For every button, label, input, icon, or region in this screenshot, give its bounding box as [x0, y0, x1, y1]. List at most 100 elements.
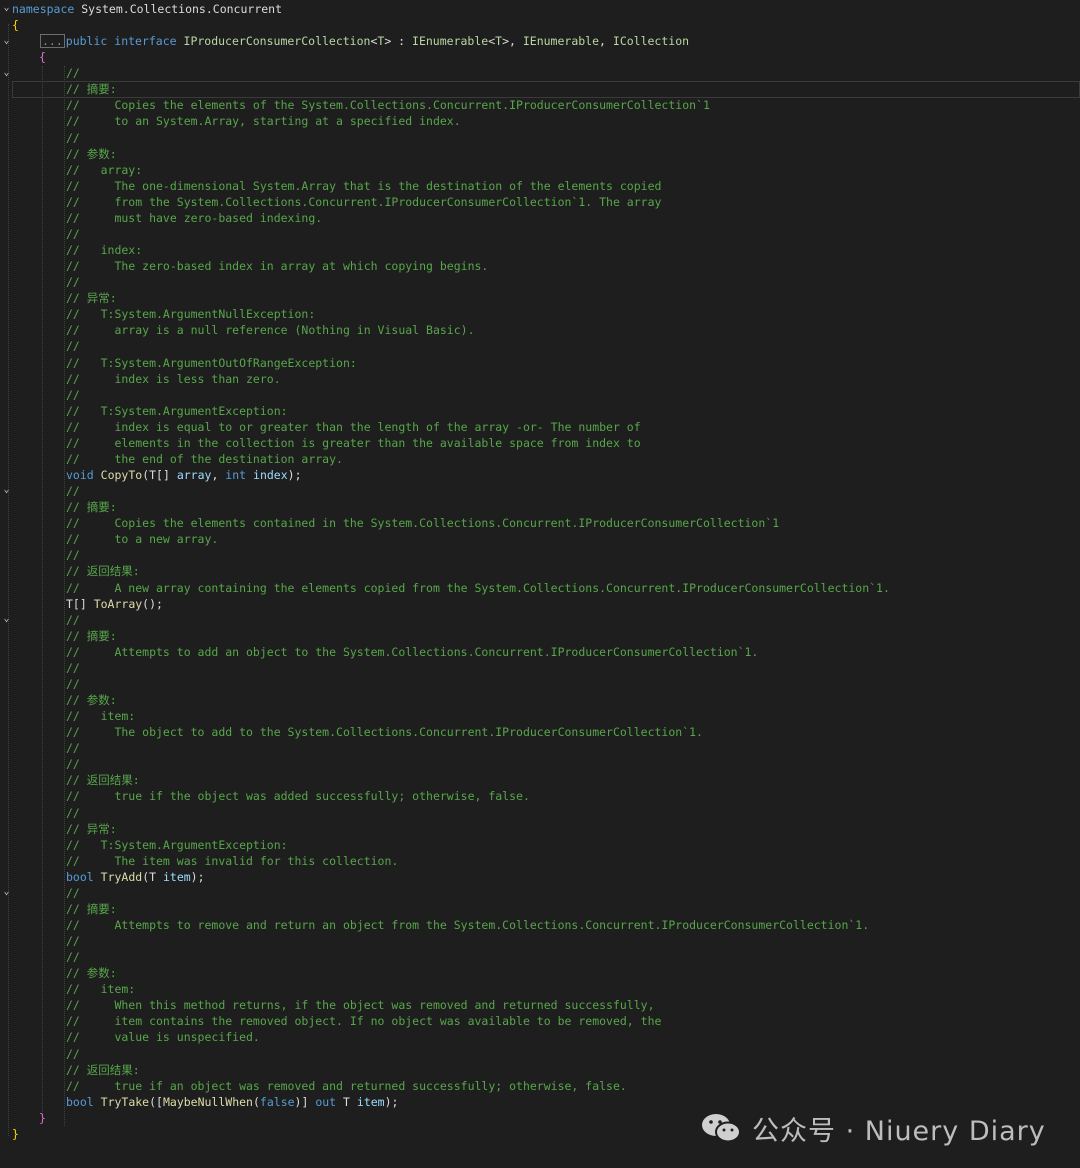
code-line[interactable]: // elements in the collection is greater…	[0, 435, 1080, 451]
code-line[interactable]: ... public interface IProducerConsumerCol…	[0, 33, 1080, 49]
code-line[interactable]: //	[0, 933, 1080, 949]
code-line[interactable]: // array is a null reference (Nothing in…	[0, 322, 1080, 338]
code-line[interactable]: // The one-dimensional System.Array that…	[0, 178, 1080, 194]
code-line[interactable]: // Copies the elements of the System.Col…	[0, 97, 1080, 113]
code-line-text: // The one-dimensional System.Array that…	[66, 179, 662, 193]
code-line-text: //	[66, 388, 80, 402]
code-line[interactable]: // to an System.Array, starting at a spe…	[0, 113, 1080, 129]
code-line[interactable]: // T:System.ArgumentOutOfRangeException:	[0, 355, 1080, 371]
code-line-text: // elements in the collection is greater…	[66, 436, 641, 450]
code-line[interactable]: // 摘要:	[0, 499, 1080, 515]
code-line[interactable]: // 返回结果:	[0, 1062, 1080, 1078]
code-line-text: //	[66, 934, 80, 948]
code-line-text: namespace System.Collections.Concurrent	[12, 2, 283, 16]
code-line[interactable]: // T:System.ArgumentNullException:	[0, 306, 1080, 322]
code-line[interactable]: // Copies the elements contained in the …	[0, 515, 1080, 531]
code-editor[interactable]: ⌄ ⌄ ⌄ ⌄ ⌄ ⌄ namespace System.Collections…	[0, 0, 1080, 1168]
code-line-text: //	[66, 339, 80, 353]
code-line-text: // index:	[66, 243, 143, 257]
code-line-text: //	[66, 886, 80, 900]
code-line-text: //	[66, 548, 80, 562]
code-line[interactable]: T[] ToArray();	[0, 596, 1080, 612]
code-line[interactable]: //	[0, 885, 1080, 901]
watermark-text: 公众号 · Niuery Diary	[752, 1115, 1046, 1147]
code-line[interactable]: // the end of the destination array.	[0, 451, 1080, 467]
code-line[interactable]: // T:System.ArgumentException:	[0, 403, 1080, 419]
code-line[interactable]: // index:	[0, 242, 1080, 258]
code-line[interactable]: // true if the object was added successf…	[0, 788, 1080, 804]
code-line[interactable]: //	[0, 338, 1080, 354]
code-line[interactable]: //	[0, 130, 1080, 146]
code-line[interactable]: void CopyTo(T[] array, int index);	[0, 467, 1080, 483]
code-line[interactable]: bool TryAdd(T item);	[0, 869, 1080, 885]
code-line[interactable]: // must have zero-based indexing.	[0, 210, 1080, 226]
code-line[interactable]: // item:	[0, 708, 1080, 724]
code-line[interactable]: // 异常:	[0, 821, 1080, 837]
code-line[interactable]: // true if an object was removed and ret…	[0, 1078, 1080, 1094]
code-line[interactable]: // 返回结果:	[0, 772, 1080, 788]
code-line[interactable]: //	[0, 547, 1080, 563]
code-line-text: // index is equal to or greater than the…	[66, 420, 641, 434]
code-line[interactable]: // item:	[0, 981, 1080, 997]
code-line[interactable]: //	[0, 660, 1080, 676]
code-line[interactable]: // When this method returns, if the obje…	[0, 997, 1080, 1013]
collapsed-region-marker[interactable]: ...	[40, 34, 65, 48]
code-line[interactable]: // 异常:	[0, 290, 1080, 306]
code-line-text: // index is less than zero.	[66, 372, 281, 386]
code-line[interactable]: // 摘要:	[0, 628, 1080, 644]
code-line[interactable]: // array:	[0, 162, 1080, 178]
code-line-text: // Attempts to remove and return an obje…	[66, 918, 870, 932]
code-line[interactable]: // 参数:	[0, 146, 1080, 162]
code-line[interactable]: //	[0, 483, 1080, 499]
code-line-text: // 异常:	[66, 291, 117, 305]
code-line[interactable]: // Attempts to add an object to the Syst…	[0, 644, 1080, 660]
code-line[interactable]: //	[0, 756, 1080, 772]
code-line[interactable]: // value is unspecified.	[0, 1029, 1080, 1045]
code-line-text: // 返回结果:	[66, 564, 140, 578]
code-line-text: // 摘要:	[66, 82, 117, 96]
code-line[interactable]: // index is less than zero.	[0, 371, 1080, 387]
code-line-text: // to a new array.	[66, 532, 219, 546]
code-line[interactable]: // 摘要:	[0, 81, 1080, 97]
code-line[interactable]: //	[0, 226, 1080, 242]
code-line[interactable]: {	[0, 17, 1080, 33]
code-line[interactable]: // to a new array.	[0, 531, 1080, 547]
code-line-text: // Copies the elements of the System.Col…	[66, 98, 710, 112]
code-line-text: // must have zero-based indexing.	[66, 211, 323, 225]
code-line-text: void CopyTo(T[] array, int index);	[66, 468, 302, 482]
code-line-text: //	[66, 131, 80, 145]
code-line-text: // A new array containing the elements c…	[66, 581, 890, 595]
code-line[interactable]: // 返回结果:	[0, 563, 1080, 579]
code-line-text: // Copies the elements contained in the …	[66, 516, 780, 530]
code-line[interactable]: // index is equal to or greater than the…	[0, 419, 1080, 435]
code-line[interactable]: // The item was invalid for this collect…	[0, 853, 1080, 869]
code-line[interactable]: // 参数:	[0, 965, 1080, 981]
code-line-text: //	[66, 613, 80, 627]
code-line-text: // from the System.Collections.Concurren…	[66, 195, 662, 209]
code-line[interactable]: //	[0, 65, 1080, 81]
code-line[interactable]: // T:System.ArgumentException:	[0, 837, 1080, 853]
code-line[interactable]: //	[0, 949, 1080, 965]
code-line-text: //	[66, 950, 80, 964]
code-line[interactable]: {	[0, 49, 1080, 65]
code-line-text: // The item was invalid for this collect…	[66, 854, 399, 868]
code-line[interactable]: // 参数:	[0, 692, 1080, 708]
code-line-text: // The object to add to the System.Colle…	[66, 725, 703, 739]
code-line[interactable]: // A new array containing the elements c…	[0, 580, 1080, 596]
code-line[interactable]: //	[0, 387, 1080, 403]
code-line[interactable]: //	[0, 740, 1080, 756]
code-line-text: // array is a null reference (Nothing in…	[66, 323, 475, 337]
code-line[interactable]: //	[0, 676, 1080, 692]
code-line[interactable]: // The zero-based index in array at whic…	[0, 258, 1080, 274]
code-line-text: // 返回结果:	[66, 1063, 140, 1077]
code-line[interactable]: // Attempts to remove and return an obje…	[0, 917, 1080, 933]
code-line[interactable]: //	[0, 1046, 1080, 1062]
code-line[interactable]: // item contains the removed object. If …	[0, 1013, 1080, 1029]
code-line[interactable]: namespace System.Collections.Concurrent	[0, 1, 1080, 17]
code-line[interactable]: // from the System.Collections.Concurren…	[0, 194, 1080, 210]
code-line[interactable]: // The object to add to the System.Colle…	[0, 724, 1080, 740]
code-line[interactable]: //	[0, 612, 1080, 628]
code-line[interactable]: //	[0, 274, 1080, 290]
code-line[interactable]: // 摘要:	[0, 901, 1080, 917]
code-line[interactable]: //	[0, 805, 1080, 821]
